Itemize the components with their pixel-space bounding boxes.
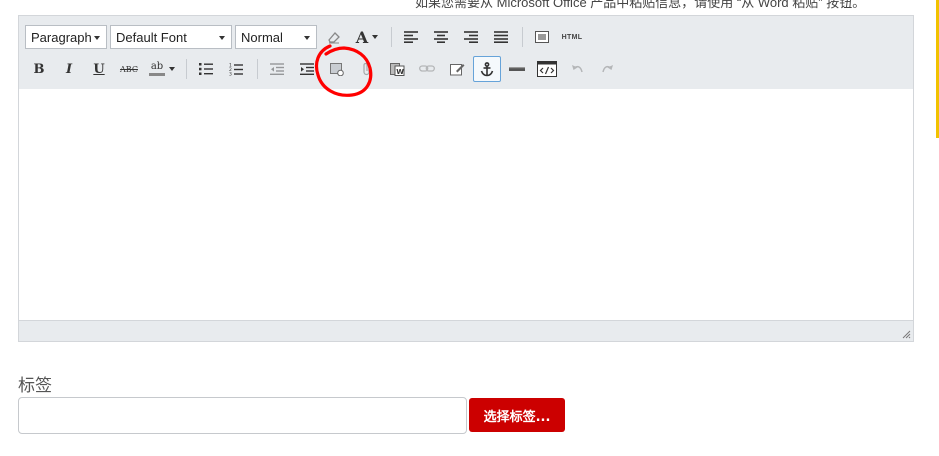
undo-icon [571, 65, 583, 73]
chevron-down-icon [94, 36, 100, 40]
chevron-down-icon [219, 36, 225, 40]
page: 如果您需要从 Microsoft Office 产品中粘贴信息，请使用 “从 W… [0, 0, 939, 456]
redo-button[interactable] [593, 56, 621, 82]
bullet-list-icon [199, 63, 213, 75]
toolbar-separator [186, 59, 187, 79]
italic-button[interactable]: I [55, 56, 83, 82]
numbered-list-icon: 123 [229, 63, 243, 76]
align-right-icon [464, 31, 478, 43]
redo-icon [601, 65, 613, 73]
font-family-value: Default Font [116, 29, 187, 45]
red-circle-annotation [314, 44, 373, 97]
html-icon: HTML [561, 33, 583, 41]
horizontal-rule-icon [509, 67, 525, 71]
paste-from-word-button[interactable]: W [383, 56, 411, 82]
undo-button[interactable] [563, 56, 591, 82]
select-tags-button[interactable]: 选择标签... [469, 398, 565, 432]
align-left-icon [404, 31, 418, 43]
svg-text:3: 3 [229, 71, 232, 76]
editor-content-area[interactable] [19, 89, 913, 322]
link-icon [419, 65, 435, 72]
strikethrough-icon: ABC [120, 64, 138, 74]
resize-grip-icon[interactable] [901, 329, 911, 339]
spellcheck-button[interactable]: ab [145, 56, 179, 82]
toolbar-row-1: Paragraph Default Font Normal A HTML [25, 24, 588, 50]
anchor-icon [480, 61, 494, 76]
code-icon [537, 61, 557, 77]
toolbar-separator [391, 27, 392, 47]
chevron-down-icon [169, 67, 175, 71]
underline-button[interactable]: U [85, 56, 113, 82]
block-format-dropdown[interactable]: Paragraph [25, 25, 107, 49]
insert-link-button[interactable] [413, 56, 441, 82]
anchor-button[interactable] [473, 56, 501, 82]
fullscreen-button[interactable] [528, 24, 556, 50]
block-format-value: Paragraph [31, 29, 92, 45]
editor-toolbar: Paragraph Default Font Normal A HTML B I… [19, 16, 913, 90]
bullet-list-button[interactable] [192, 56, 220, 82]
font-size-dropdown[interactable]: Normal [235, 25, 317, 49]
tags-input[interactable] [18, 397, 467, 434]
numbered-list-button[interactable]: 123 [222, 56, 250, 82]
svg-text:W: W [396, 68, 404, 76]
spellcheck-icon: ab [149, 62, 165, 76]
spellcheck-underline [149, 73, 165, 76]
outdent-icon [270, 63, 284, 75]
edit-icon [449, 64, 464, 76]
tags-label: 标签 [18, 376, 52, 395]
chevron-down-icon [304, 36, 310, 40]
strikethrough-button[interactable]: ABC [115, 56, 143, 82]
paste-word-icon: W [389, 63, 404, 76]
outdent-button[interactable] [263, 56, 291, 82]
font-family-dropdown[interactable]: Default Font [110, 25, 232, 49]
align-center-button[interactable] [427, 24, 455, 50]
toolbar-separator [257, 59, 258, 79]
font-size-value: Normal [241, 29, 283, 45]
underline-icon: U [93, 61, 105, 77]
editor-statusbar [19, 320, 913, 341]
fullscreen-icon [535, 31, 549, 43]
code-view-button[interactable] [533, 56, 561, 82]
align-left-button[interactable] [397, 24, 425, 50]
align-center-icon [434, 31, 448, 43]
align-justify-icon [494, 31, 508, 43]
align-justify-button[interactable] [487, 24, 515, 50]
edit-link-button[interactable] [443, 56, 471, 82]
spellcheck-label: ab [150, 61, 164, 72]
italic-icon: I [65, 61, 73, 77]
horizontal-rule-button[interactable] [503, 56, 531, 82]
html-source-button[interactable]: HTML [558, 24, 586, 50]
bold-button[interactable]: B [25, 56, 53, 82]
rich-text-editor: Paragraph Default Font Normal A HTML B I… [18, 15, 914, 342]
bold-icon: B [33, 61, 45, 77]
align-right-button[interactable] [457, 24, 485, 50]
chevron-down-icon [372, 35, 379, 39]
toolbar-separator [522, 27, 523, 47]
paste-notice: 如果您需要从 Microsoft Office 产品中粘贴信息，请使用 “从 W… [415, 0, 866, 10]
